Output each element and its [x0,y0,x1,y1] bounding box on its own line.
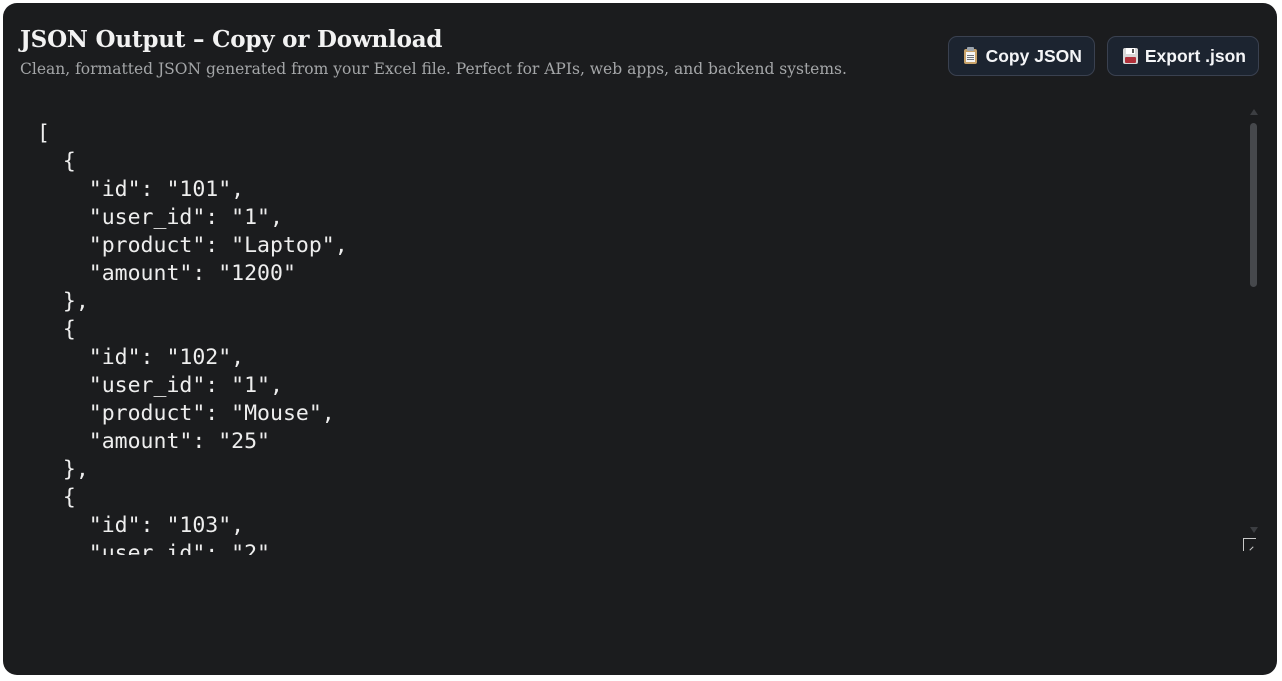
resize-handle-icon[interactable] [1243,538,1256,551]
json-output-text: [ { "id": "101", "user_id": "1", "produc… [37,121,348,555]
scroll-up-arrow-icon[interactable] [1250,109,1258,115]
clipboard-icon [963,47,979,65]
action-buttons: Copy JSON Export .json [947,36,1259,76]
vertical-scrollbar[interactable] [1248,107,1260,555]
scroll-down-arrow-icon[interactable] [1250,527,1258,533]
panel-header: JSON Output – Copy or Download Clean, fo… [20,25,1259,95]
copy-json-button[interactable]: Copy JSON [947,36,1095,76]
json-output-panel: JSON Output – Copy or Download Clean, fo… [3,3,1277,675]
copy-json-label: Copy JSON [985,45,1082,66]
scrollbar-thumb[interactable] [1250,123,1257,287]
export-json-button[interactable]: Export .json [1106,36,1259,76]
floppy-disk-icon [1122,47,1138,65]
export-json-label: Export .json [1144,45,1246,66]
json-output-textarea[interactable]: [ { "id": "101", "user_id": "1", "produc… [20,107,1260,555]
